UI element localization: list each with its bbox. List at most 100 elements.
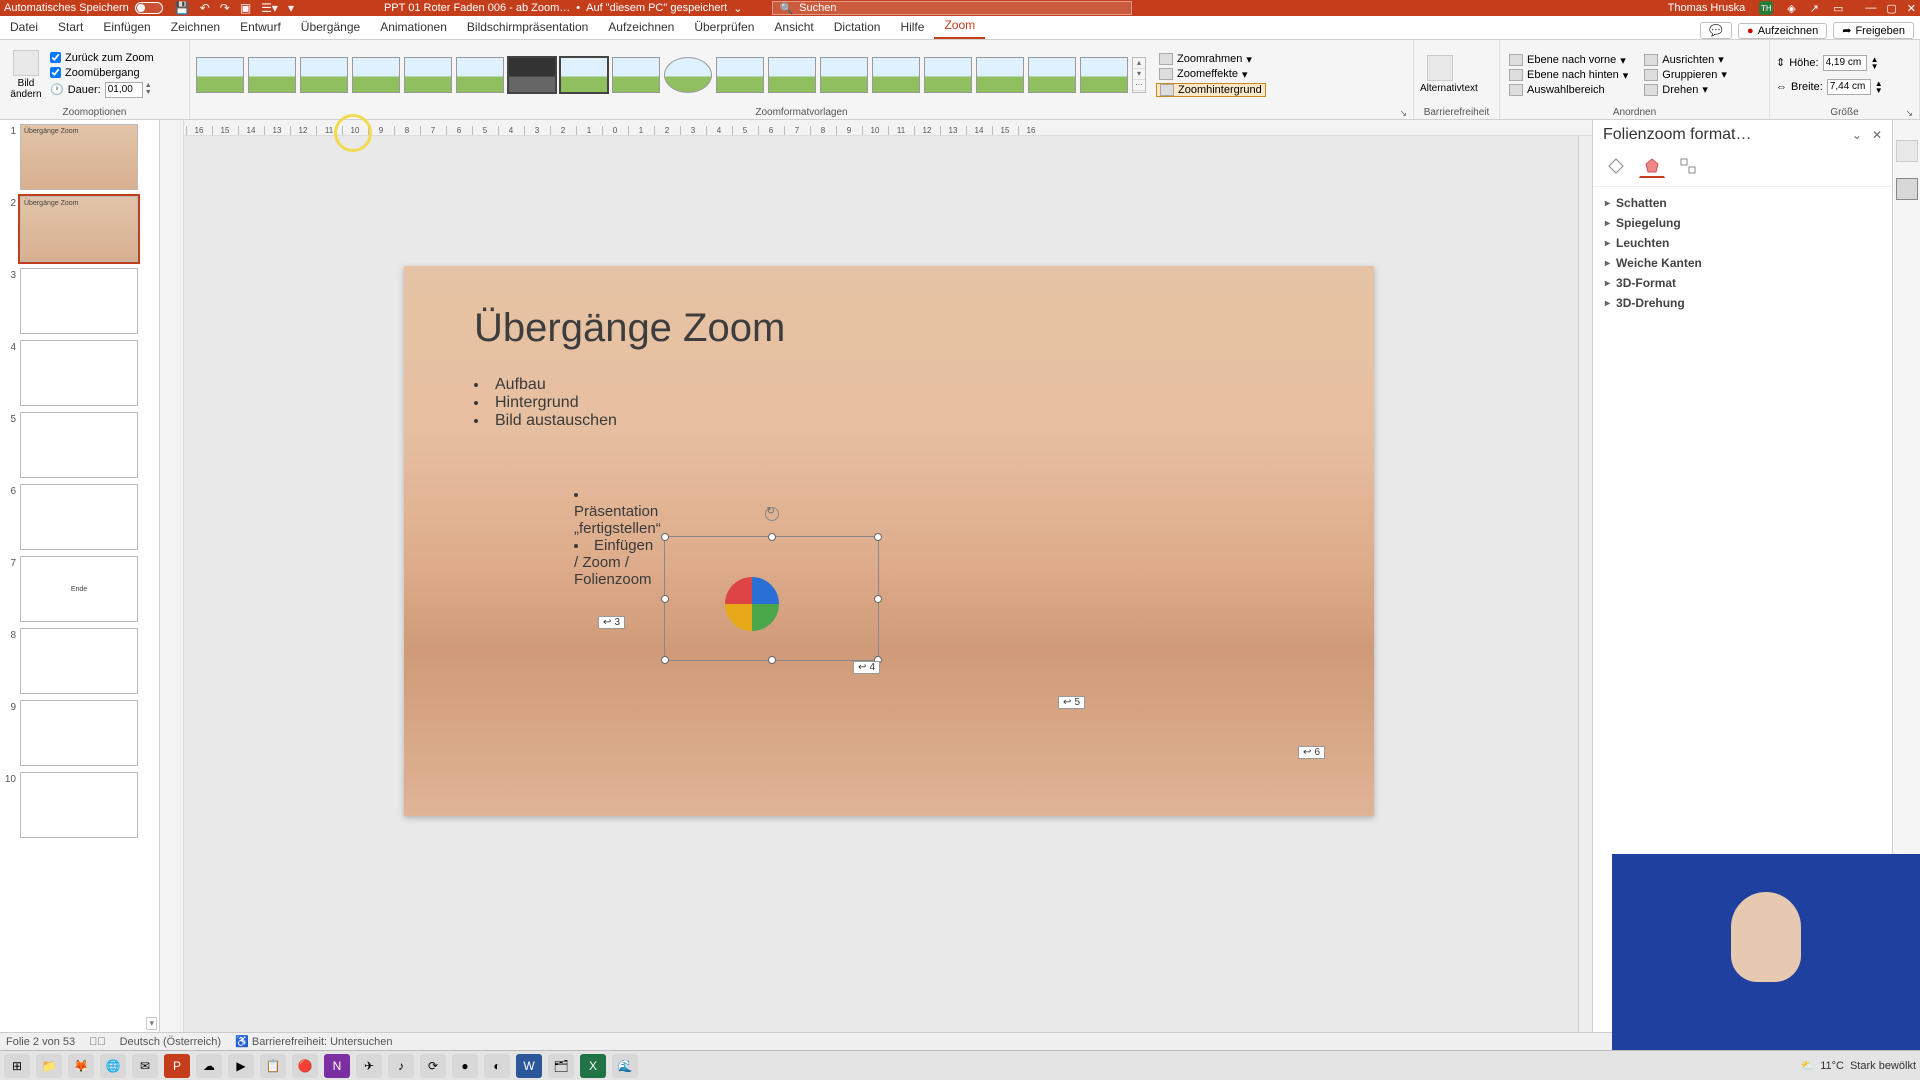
align-button[interactable]: Ausrichten ▾	[1641, 53, 1730, 66]
resize-handle[interactable]	[661, 595, 669, 603]
slide-thumb-3[interactable]	[20, 268, 138, 334]
slide-thumb-6[interactable]	[20, 484, 138, 550]
zoom-thumb-4-selected[interactable]: ↩ 4	[664, 536, 879, 661]
taskbar-telegram-icon[interactable]: ✈	[356, 1054, 382, 1078]
style-thumb[interactable]	[404, 57, 452, 93]
sync-icon[interactable]: ↗	[1810, 2, 1819, 15]
taskbar-firefox-icon[interactable]: 🦊	[68, 1054, 94, 1078]
slideshow-icon[interactable]: ▣	[240, 1, 251, 15]
zoom-transition-checkbox[interactable]: Zoomübergang	[50, 67, 154, 79]
slide-counter[interactable]: Folie 2 von 53	[6, 1036, 75, 1048]
selection-pane-button[interactable]: Auswahlbereich	[1506, 84, 1631, 96]
style-thumb[interactable]	[1080, 57, 1128, 93]
taskbar-app-icon[interactable]: ⟳	[420, 1054, 446, 1078]
slide-2[interactable]: Übergänge Zoom Aufbau Präsentation „fert…	[404, 266, 1374, 816]
resize-handle[interactable]	[874, 595, 882, 603]
tab-dictation[interactable]: Dictation	[824, 16, 891, 39]
zoom-thumb-6[interactable]: ↩ 6	[1144, 646, 1324, 746]
taskbar-app-icon[interactable]: ●	[452, 1054, 478, 1078]
thumbs-scroll-down-icon[interactable]: ▾	[146, 1017, 157, 1030]
width-spinner[interactable]: ▲▼	[1875, 80, 1883, 94]
editor-vscroll[interactable]	[1578, 136, 1592, 1032]
pane-tab-fill-icon[interactable]	[1603, 154, 1629, 178]
weather-text[interactable]: Stark bewölkt	[1850, 1060, 1916, 1072]
alt-text-button[interactable]: Alternativtext	[1420, 55, 1460, 94]
taskbar-app-icon[interactable]: ☁	[196, 1054, 222, 1078]
start-button[interactable]: ⊞	[4, 1054, 30, 1078]
bring-forward-button[interactable]: Ebene nach vorne ▾	[1506, 54, 1631, 67]
send-backward-button[interactable]: Ebene nach hinten ▾	[1506, 69, 1631, 82]
dialog-launcher-icon[interactable]: ↘	[1399, 108, 1407, 119]
style-thumb[interactable]	[872, 57, 920, 93]
section-3d-drehung[interactable]: ▸3D-Drehung	[1605, 293, 1880, 313]
style-thumb[interactable]	[612, 57, 660, 93]
taskbar-outlook-icon[interactable]: ✉	[132, 1054, 158, 1078]
taskbar-chrome-icon[interactable]: 🌐	[100, 1054, 126, 1078]
user-avatar[interactable]: TH	[1759, 1, 1773, 15]
taskbar-explorer-icon[interactable]: 📁	[36, 1054, 62, 1078]
tab-zoom[interactable]: Zoom	[934, 14, 985, 39]
slide-thumb-1[interactable]: Übergänge Zoom	[20, 124, 138, 190]
autosave-toggle[interactable]	[135, 2, 163, 14]
save-icon[interactable]: 💾	[175, 1, 190, 15]
tab-hilfe[interactable]: Hilfe	[890, 16, 934, 39]
a11y-indicator-icon[interactable]: �⃞	[89, 1036, 106, 1048]
zoom-effects-button[interactable]: Zoomeffekte ▾	[1156, 68, 1266, 81]
tab-einfuegen[interactable]: Einfügen	[93, 16, 160, 39]
gallery-scroller[interactable]: ▴▾⋯	[1132, 57, 1146, 93]
resize-handle[interactable]	[874, 533, 882, 541]
zoom-frame-button[interactable]: Zoomrahmen ▾	[1156, 53, 1266, 66]
zoom-styles-gallery[interactable]: ▴▾⋯	[196, 57, 1146, 93]
tab-bildschirm[interactable]: Bildschirmpräsentation	[457, 16, 598, 39]
slide-thumbnails-panel[interactable]: 1Übergänge Zoom 2Übergänge Zoom 3 4 5 6 …	[0, 120, 160, 1032]
taskbar-excel-icon[interactable]: X	[580, 1054, 606, 1078]
taskbar-app-icon[interactable]: 🔴	[292, 1054, 318, 1078]
height-spinner[interactable]: ▲▼	[1871, 56, 1879, 70]
doc-saved-state[interactable]: Auf "diesem PC" gespeichert	[586, 2, 727, 14]
tab-start[interactable]: Start	[48, 16, 93, 39]
taskbar-vlc-icon[interactable]: ▶	[228, 1054, 254, 1078]
tab-ueberpruefen[interactable]: Überprüfen	[684, 16, 764, 39]
return-to-zoom-checkbox[interactable]: Zurück zum Zoom	[50, 52, 154, 64]
diamond-icon[interactable]: ◈	[1787, 2, 1795, 15]
sidebar-designer-icon[interactable]	[1896, 140, 1918, 162]
pane-dropdown-icon[interactable]: ⌄	[1852, 128, 1862, 142]
taskbar-powerpoint-icon[interactable]: P	[164, 1054, 190, 1078]
style-thumb[interactable]	[560, 57, 608, 93]
style-thumb[interactable]	[820, 57, 868, 93]
duration-spinner[interactable]: ▲▼	[145, 82, 155, 96]
taskbar-word-icon[interactable]: W	[516, 1054, 542, 1078]
a11y-status[interactable]: ♿ Barrierefreiheit: Untersuchen	[235, 1035, 392, 1048]
height-input[interactable]	[1823, 55, 1867, 71]
taskbar-onenote-icon[interactable]: N	[324, 1054, 350, 1078]
tab-ansicht[interactable]: Ansicht	[764, 16, 823, 39]
tab-datei[interactable]: Datei	[0, 16, 48, 39]
close-icon[interactable]: ✕	[1907, 2, 1916, 15]
taskbar-edge-icon[interactable]: 🌊	[612, 1054, 638, 1078]
taskbar-app-icon[interactable]: 🗂	[548, 1054, 574, 1078]
style-thumb[interactable]	[352, 57, 400, 93]
slide-thumb-5[interactable]	[20, 412, 138, 478]
zoom-thumb-3[interactable]: ↩ 3	[444, 506, 624, 616]
section-spiegelung[interactable]: ▸Spiegelung	[1605, 213, 1880, 233]
redo-icon[interactable]: ↷	[220, 1, 230, 15]
resize-handle[interactable]	[768, 656, 776, 664]
slide-thumb-8[interactable]	[20, 628, 138, 694]
slide-thumb-2[interactable]: Übergänge Zoom	[20, 196, 138, 262]
rotate-button[interactable]: Drehen ▾	[1641, 83, 1730, 96]
search-box[interactable]: 🔍 Suchen	[772, 1, 1132, 15]
zoom-background-button[interactable]: Zoomhintergrund	[1156, 83, 1266, 97]
resize-handle[interactable]	[661, 656, 669, 664]
tab-entwurf[interactable]: Entwurf	[230, 16, 291, 39]
resize-handle[interactable]	[661, 533, 669, 541]
rotate-handle[interactable]	[765, 507, 779, 521]
section-schatten[interactable]: ▸Schatten	[1605, 193, 1880, 213]
chevron-down-icon[interactable]: ⌄	[733, 2, 742, 15]
style-thumb[interactable]	[664, 57, 712, 93]
duration-input[interactable]	[105, 82, 143, 98]
comments-button[interactable]: 💬	[1700, 22, 1732, 39]
group-button[interactable]: Gruppieren ▾	[1641, 68, 1730, 81]
section-3d-format[interactable]: ▸3D-Format	[1605, 273, 1880, 293]
style-thumb[interactable]	[196, 57, 244, 93]
slide-thumb-10[interactable]	[20, 772, 138, 838]
